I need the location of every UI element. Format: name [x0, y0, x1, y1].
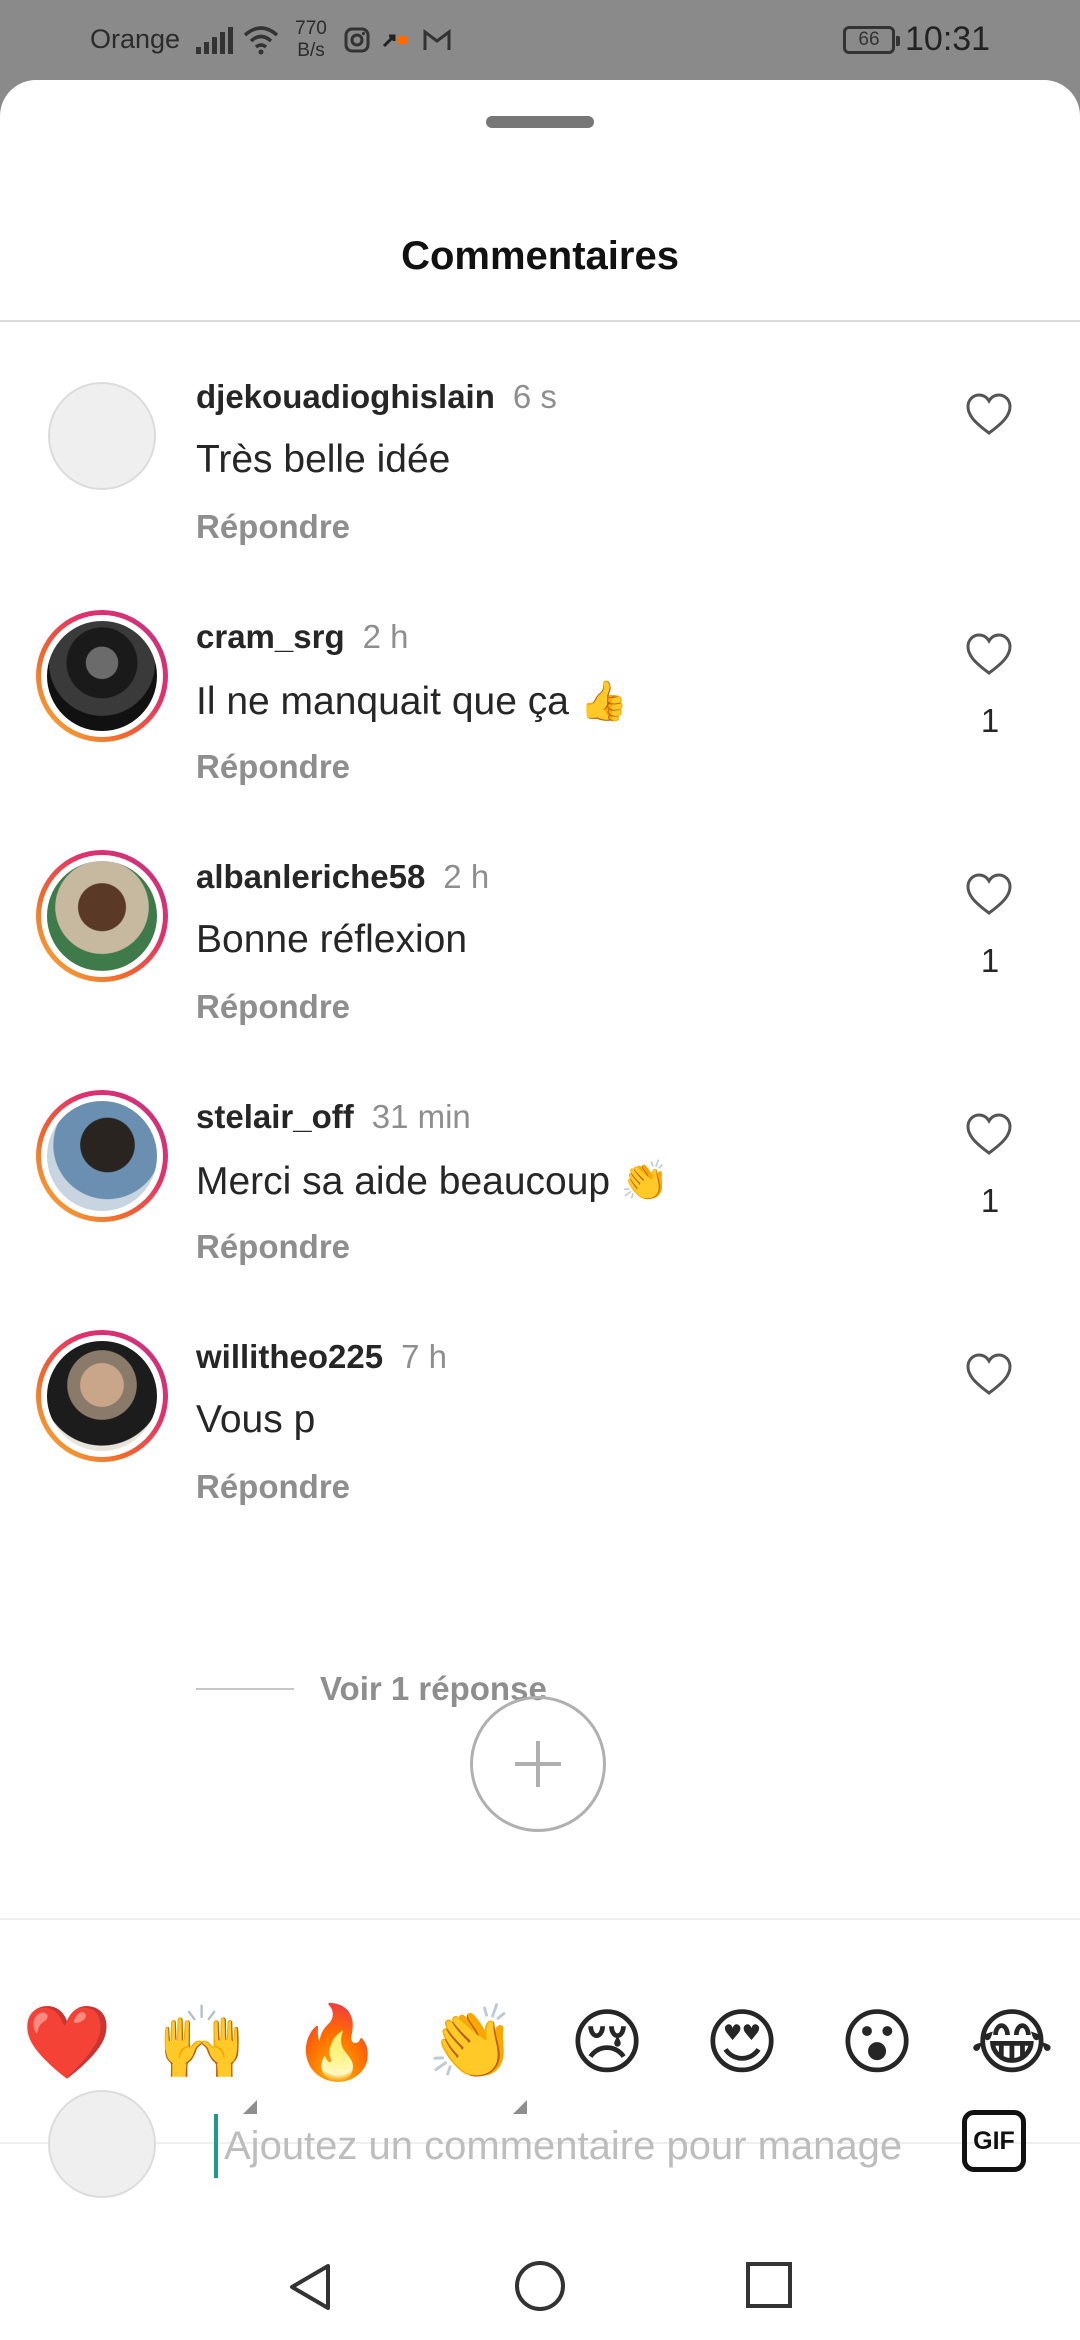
comment-meta: djekouadioghislain 6 s [196, 378, 557, 416]
comment-time: 31 min [371, 1098, 471, 1135]
recents-icon[interactable] [746, 2262, 792, 2308]
avatar[interactable] [36, 610, 168, 742]
orange-app-icon [382, 34, 407, 48]
carrier-name: Orange [90, 24, 181, 54]
gif-button[interactable]: GIF [962, 2110, 1026, 2172]
like-heart-icon[interactable] [964, 870, 1014, 920]
view-replies-button[interactable]: Voir 1 réponse [196, 1670, 547, 1708]
comment-username[interactable]: albanleriche58 [196, 858, 425, 895]
comment-meta: cram_srg 2 h [196, 618, 408, 656]
comment-meta: stelair_off 31 min [196, 1098, 471, 1136]
sheet-title: Commentaires [401, 234, 679, 278]
avatar-photo [47, 1341, 157, 1451]
emoji-divider [0, 1918, 1080, 1920]
avatar[interactable] [48, 382, 156, 490]
comment-time: 7 h [401, 1338, 447, 1375]
comment-input[interactable] [214, 2114, 926, 2178]
skin-tone-indicator [513, 2100, 527, 2114]
comment-meta: willitheo225 7 h [196, 1338, 447, 1376]
emoji-raised-hands[interactable]: 🙌 [147, 1988, 257, 2098]
instagram-icon [344, 27, 370, 53]
like-heart-icon[interactable] [964, 1110, 1014, 1160]
like-heart-icon[interactable] [964, 390, 1014, 440]
emoji-fire[interactable]: 🔥 [282, 1988, 392, 2098]
reply-button[interactable]: Répondre [196, 1228, 350, 1266]
like-heart-icon[interactable] [964, 1350, 1014, 1400]
comment-username[interactable]: stelair_off [196, 1098, 354, 1135]
home-icon[interactable] [515, 2261, 565, 2311]
avatar[interactable] [36, 850, 168, 982]
avatar[interactable] [36, 1330, 168, 1462]
comment-username[interactable]: willitheo225 [196, 1338, 383, 1375]
like-count: 1 [980, 1182, 1000, 1219]
emoji-heart-eyes[interactable]: 😍 [687, 1988, 797, 2098]
comment-item: cram_srg 2 h Il ne manquait que ça 👍 Répo… [0, 610, 1080, 860]
wifi-icon [243, 26, 279, 55]
signal-icon [196, 26, 233, 54]
clock: 10:31 [905, 20, 991, 58]
avatar-photo [47, 621, 157, 731]
comments-sheet: Commentaires djekouadioghislain 6 s Très … [0, 80, 1080, 2340]
comment-time: 6 s [512, 378, 557, 415]
comment-text: Vous p [196, 1398, 316, 1441]
battery-level: 66 [858, 29, 880, 50]
net-speed: 770 B/s [295, 18, 327, 61]
comment-item: djekouadioghislain 6 s Très belle idée Ré… [0, 370, 1080, 620]
emoji-heart[interactable]: ❤️ [12, 1988, 122, 2098]
emoji-surprised[interactable]: 😮 [822, 1988, 932, 2098]
gmail-icon [423, 29, 451, 50]
reply-button[interactable]: Répondre [196, 508, 350, 546]
comment-text: Merci sa aide beaucoup 👏 [196, 1160, 670, 1203]
comment-meta: albanleriche58 2 h [196, 858, 489, 896]
replies-line [196, 1688, 294, 1690]
comment-item: stelair_off 31 min Merci sa aide beaucoup… [0, 1090, 1080, 1340]
avatar-photo [47, 861, 157, 971]
like-count: 1 [980, 942, 1000, 979]
avatar[interactable] [36, 1090, 168, 1222]
emoji-clapping[interactable]: 👏 [417, 1988, 527, 2098]
comment-text: Il ne manquait que ça 👍 [196, 680, 629, 723]
like-count: 1 [980, 702, 1000, 739]
reply-button[interactable]: Répondre [196, 1468, 350, 1506]
skin-tone-indicator [243, 2100, 257, 2114]
emoji-crying[interactable]: 😢 [552, 1988, 662, 2098]
comment-username[interactable]: djekouadioghislain [196, 378, 495, 415]
reply-button[interactable]: Répondre [196, 988, 350, 1026]
comment-item: albanleriche58 2 h Bonne réflexion Répond… [0, 850, 1080, 1100]
like-heart-icon[interactable] [964, 630, 1014, 680]
comment-username[interactable]: cram_srg [196, 618, 345, 655]
composer-avatar [48, 2090, 156, 2198]
avatar-photo [47, 1101, 157, 1211]
drag-handle[interactable] [486, 116, 594, 128]
status-icons: 770 B/s [196, 18, 453, 62]
status-bar: Orange 770 B/s 66 10:31 [0, 0, 1080, 80]
comment-time: 2 h [362, 618, 409, 655]
reply-button[interactable]: Répondre [196, 748, 350, 786]
emoji-laughing[interactable]: 😂 [957, 1988, 1067, 2098]
comment-text: Très belle idée [196, 438, 451, 481]
comment-text: Bonne réflexion [196, 918, 468, 961]
back-icon[interactable] [286, 2260, 334, 2314]
system-nav-bar [0, 2200, 1080, 2340]
comment-time: 2 h [443, 858, 490, 895]
header-divider [0, 320, 1080, 322]
battery-icon: 66 [843, 26, 900, 54]
comment-item: willitheo225 7 h Vous p Répondre [0, 1330, 1080, 1580]
load-more-plus-icon[interactable] [470, 1696, 606, 1832]
